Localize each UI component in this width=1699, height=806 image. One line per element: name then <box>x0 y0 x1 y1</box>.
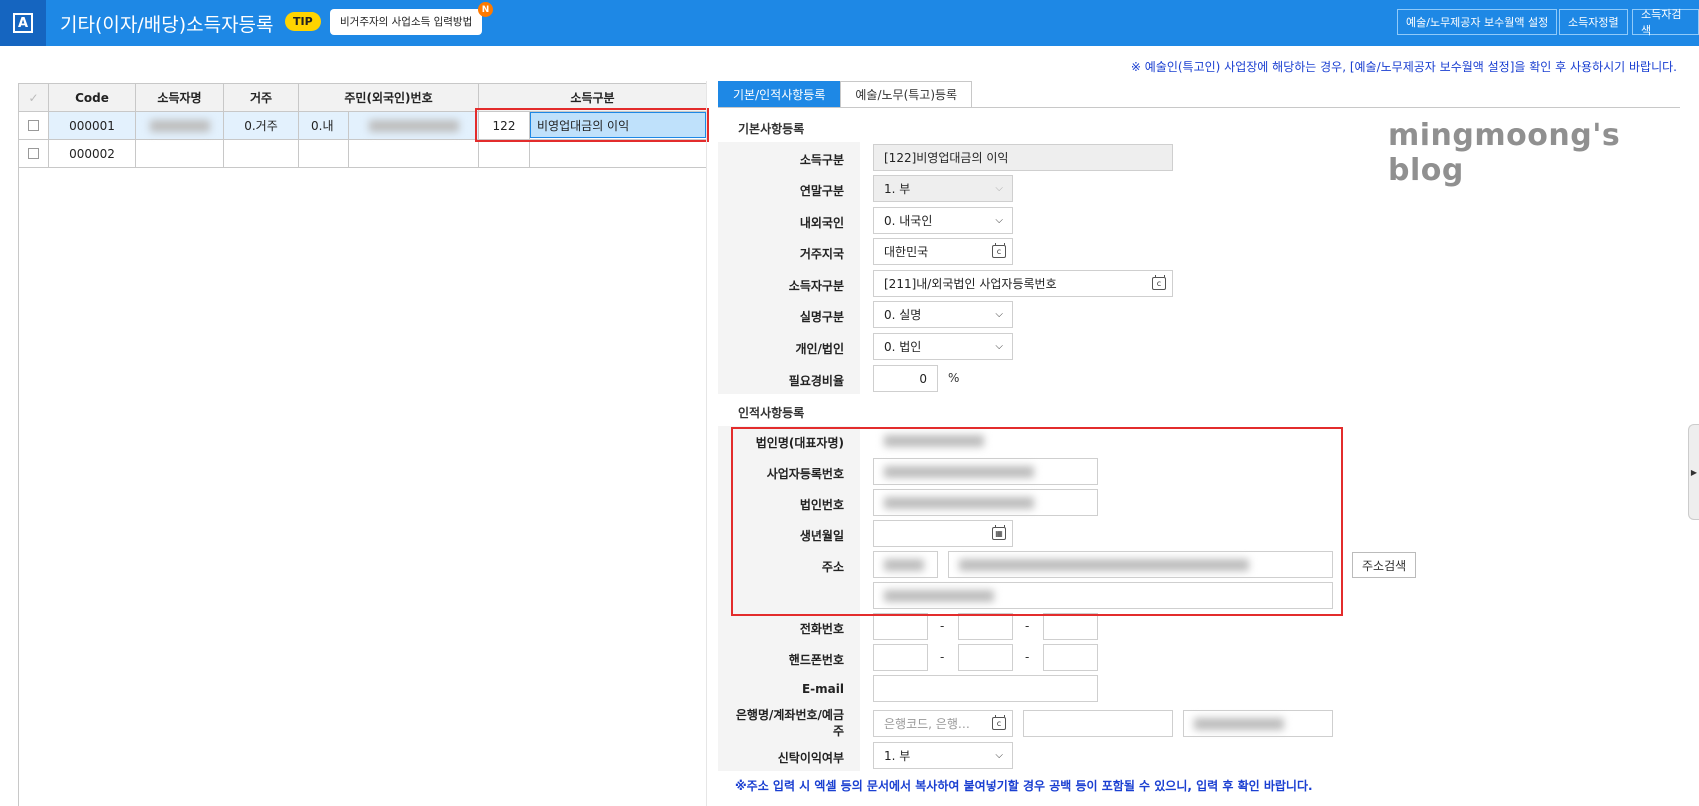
earner-type-field[interactable]: [211]내/외국법인 사업자등록번호 c <box>873 270 1173 297</box>
art-labor-setting-button[interactable]: 예술/노무제공자 보수월액 설정 <box>1397 9 1558 35</box>
highlight-box-personal <box>731 427 1343 616</box>
cell-resident[interactable]: 0.거주 <box>224 112 299 139</box>
chevron-down-icon: ⌵ <box>995 215 1003 226</box>
label-year-end: 연말구분 <box>799 184 844 198</box>
search-earner-button[interactable]: 소득자검색 <box>1632 8 1699 37</box>
tab-bar: 기본/인적사항등록 예술/노무(특고)등록 <box>718 81 973 107</box>
row-checkbox[interactable] <box>19 140 49 167</box>
expense-rate-input[interactable]: 0 <box>873 365 938 392</box>
mobile-input-3[interactable] <box>1043 644 1098 671</box>
chevron-down-icon: ⌵ <box>995 309 1003 320</box>
new-badge: N <box>478 2 493 17</box>
table-row[interactable]: 000002 <box>19 140 706 168</box>
label-domestic: 내외국인 <box>799 216 844 230</box>
tip-badge[interactable]: TIP <box>285 12 321 31</box>
highlight-box-income <box>475 108 709 142</box>
label-expense-rate: 필요경비율 <box>788 374 844 388</box>
header-bar: A 기타(이자/배당)소득자등록 TIP 비거주자의 사업소득 입력방법 N 예… <box>0 0 1699 46</box>
domestic-select[interactable]: 0. 내국인 ⌵ <box>873 207 1013 234</box>
col-earner-name[interactable]: 소득자명 <box>136 84 224 111</box>
person-corp-select[interactable]: 0. 법인 ⌵ <box>873 333 1013 360</box>
label-trust: 신탁이익여부 <box>777 751 844 765</box>
cell-code[interactable]: 000001 <box>49 112 136 139</box>
col-income-type[interactable]: 소득구분 <box>479 84 706 111</box>
cell-id-number[interactable] <box>349 112 479 139</box>
tab-basic-personal[interactable]: 기본/인적사항등록 <box>718 81 841 107</box>
cell-id-number[interactable] <box>349 140 479 167</box>
chevron-down-icon: ⌵ <box>995 341 1003 352</box>
chevron-down-icon: ⌵ <box>995 750 1003 761</box>
col-resident[interactable]: 거주 <box>224 84 299 111</box>
cell-income-name[interactable] <box>530 140 706 167</box>
label-income-type: 소득구분 <box>799 153 844 167</box>
percent-unit: % <box>948 371 960 385</box>
lookup-icon[interactable]: c <box>992 243 1006 258</box>
notice-bottom: ※주소 입력 시 엑셀 등의 문서에서 복사하여 붙여넣기할 경우 공백 등이 … <box>735 779 1313 793</box>
cell-earner-name[interactable] <box>136 112 224 139</box>
dash-separator: - <box>940 650 945 664</box>
mobile-input-2[interactable] <box>958 644 1013 671</box>
realname-select[interactable]: 0. 실명 ⌵ <box>873 301 1013 328</box>
cell-earner-name[interactable] <box>136 140 224 167</box>
dash-separator: - <box>1025 619 1030 633</box>
label-country: 거주지국 <box>799 247 844 261</box>
tab-art-labor[interactable]: 예술/노무(특고)등록 <box>840 81 973 107</box>
dash-separator: - <box>940 619 945 633</box>
label-email: E-mail <box>801 682 844 696</box>
account-number-input[interactable] <box>1023 710 1173 737</box>
income-type-field: [122]비영업대금의 이익 <box>873 144 1173 171</box>
col-id-number[interactable]: 주민(외국인)번호 <box>299 84 479 111</box>
trust-select[interactable]: 1. 부 ⌵ <box>873 742 1013 769</box>
email-input[interactable] <box>873 675 1098 702</box>
chevron-down-icon: ⌵ <box>995 183 1003 194</box>
col-code[interactable]: Code <box>49 84 136 111</box>
lookup-icon[interactable]: c <box>1152 275 1166 290</box>
select-all-check-icon[interactable]: ✓ <box>19 84 49 111</box>
cell-income-code[interactable] <box>479 140 530 167</box>
page-title: 기타(이자/배당)소득자등록 <box>60 14 274 36</box>
cell-code[interactable]: 000002 <box>49 140 136 167</box>
earner-grid: ✓ Code 소득자명 거주 주민(외국인)번호 소득구분 000001 0.거… <box>18 83 707 806</box>
notice-top: ※ 예술인(특고인) 사업장에 해당하는 경우, [예술/노무제공자 보수월액 … <box>1130 60 1677 74</box>
country-field[interactable]: 대한민국 c <box>873 238 1013 265</box>
cell-foreign[interactable]: 0.내 <box>299 112 349 139</box>
section-basic-title: 기본사항등록 <box>738 122 805 136</box>
mobile-input-1[interactable] <box>873 644 928 671</box>
row-checkbox[interactable] <box>19 112 49 139</box>
tab-underline <box>718 107 1680 108</box>
dash-separator: - <box>1025 650 1030 664</box>
panel-divider <box>706 81 707 806</box>
collapse-panel-handle[interactable]: ▶ <box>1688 424 1699 520</box>
account-holder-input[interactable] <box>1183 710 1333 737</box>
label-earner-type: 소득자구분 <box>788 279 844 293</box>
cell-foreign[interactable] <box>299 140 349 167</box>
phone-input-2[interactable] <box>958 613 1013 640</box>
watermark: mingmoong's blog <box>1388 118 1621 188</box>
label-phone: 전화번호 <box>799 622 844 636</box>
tip-link[interactable]: 비거주자의 사업소득 입력방법 <box>330 9 483 35</box>
cell-resident[interactable] <box>224 140 299 167</box>
phone-input-3[interactable] <box>1043 613 1098 640</box>
label-person-corp: 개인/법인 <box>795 342 844 356</box>
bank-code-input[interactable]: 은행코드, 은행… c <box>873 710 1013 737</box>
label-realname: 실명구분 <box>799 310 844 324</box>
address-search-button[interactable]: 주소검색 <box>1352 552 1417 578</box>
section-personal-title: 인적사항등록 <box>738 406 805 420</box>
label-mobile: 핸드폰번호 <box>788 653 844 667</box>
lookup-icon[interactable]: c <box>992 715 1006 730</box>
year-end-select[interactable]: 1. 부 ⌵ <box>873 175 1013 202</box>
phone-input-1[interactable] <box>873 613 928 640</box>
label-bank: 은행명/계좌번호/예금주 <box>735 708 844 738</box>
app-menu-icon[interactable]: A <box>0 0 46 46</box>
sort-earner-button[interactable]: 소득자정렬 <box>1559 9 1628 35</box>
